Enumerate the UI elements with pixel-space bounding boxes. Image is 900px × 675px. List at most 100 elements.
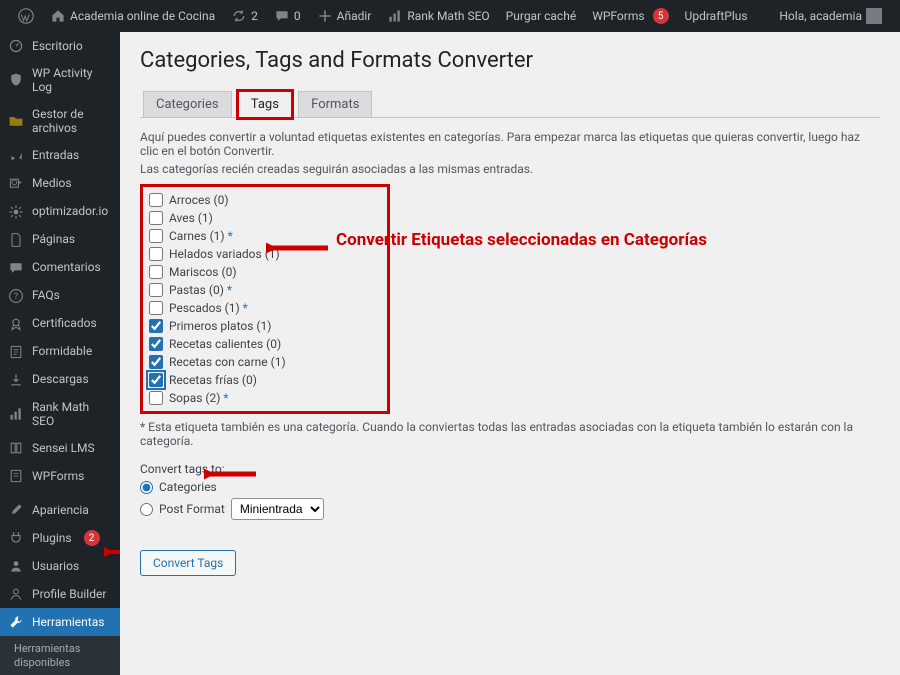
new-content-link[interactable]: Añadir [309, 0, 380, 32]
sidebar-item-escritorio[interactable]: Escritorio [0, 32, 120, 60]
chart-icon [8, 406, 24, 422]
tag-checkbox[interactable] [149, 211, 163, 225]
notification-badge: 2 [84, 530, 100, 546]
tag-checkbox[interactable] [149, 373, 163, 387]
tag-label: Primeros platos (1) [169, 319, 271, 333]
sidebar-item-certificados[interactable]: Certificados [0, 310, 120, 338]
tag-label: Arroces (0) [169, 193, 229, 207]
users-icon [8, 558, 24, 574]
admin-sidebar: Escritorio WP Activity Log Gestor de archi… [0, 32, 120, 675]
site-name-link[interactable]: Academia online de Cocina [42, 0, 223, 32]
tab-tags[interactable]: Tags [238, 91, 292, 118]
sidebar-item-label: Profile Builder [32, 587, 106, 601]
sidebar-item-label: Certificados [32, 316, 97, 330]
sidebar-item-label: Escritorio [32, 39, 83, 53]
tab-categories[interactable]: Categories [143, 91, 232, 117]
sidebar-item-label: Herramientas [32, 615, 104, 629]
toolbar-item-label: WPForms [592, 9, 644, 23]
wp-logo[interactable] [10, 0, 42, 32]
annotation-text: Convertir Etiquetas seleccionadas en Cat… [336, 230, 707, 250]
sidebar-item-label: FAQs [32, 288, 60, 302]
tag-checkbox[interactable] [149, 265, 163, 279]
sidebar-item-label: Sensei LMS [32, 441, 95, 455]
sidebar-item-label: Formidable [32, 344, 92, 358]
wpforms-link[interactable]: WPForms5 [584, 0, 676, 32]
sidebar-item-wp-activity-log[interactable]: WP Activity Log [0, 60, 120, 101]
sidebar-item-apariencia[interactable]: Apariencia [0, 496, 120, 524]
intro-text-2: Las categorías recién creadas seguirán a… [140, 162, 880, 176]
sidebar-item-herramientas[interactable]: Herramientas [0, 608, 120, 636]
tag-label: Mariscos (0) [169, 265, 237, 279]
sidebar-item-descargas[interactable]: Descargas [0, 366, 120, 394]
updraft-link[interactable]: UpdraftPlus [677, 0, 756, 32]
wordpress-icon [18, 8, 34, 24]
tag-row: Aves (1) [149, 209, 381, 227]
sidebar-item-label: WP Activity Log [32, 66, 112, 95]
toolbar-item-label: Rank Math SEO [407, 9, 489, 23]
sidebar-item-label: Herramientas disponibles [14, 642, 112, 668]
tag-checkbox[interactable] [149, 247, 163, 261]
convert-to-group: Convert tags to: Categories Post Format … [140, 462, 880, 522]
radio-categories[interactable] [140, 481, 153, 494]
toolbar-item-label: Purgar caché [506, 9, 577, 23]
sidebar-item-comentarios[interactable]: Comentarios [0, 254, 120, 282]
plug-icon [8, 530, 24, 546]
sidebar-item-profile-builder[interactable]: Profile Builder [0, 580, 120, 608]
tab-formats[interactable]: Formats [298, 91, 372, 117]
sidebar-item-rank-math-seo[interactable]: Rank Math SEO [0, 394, 120, 435]
tag-row: Helados variados (1) [149, 245, 381, 263]
convert-button[interactable]: Convert Tags [140, 550, 236, 576]
sidebar-item-usuarios[interactable]: Usuarios [0, 552, 120, 580]
tag-checkbox[interactable] [149, 283, 163, 297]
sidebar-item-label: Usuarios [32, 559, 79, 573]
sidebar-item-gestor-de-archivos[interactable]: Gestor de archivos [0, 101, 120, 142]
tag-label: Aves (1) [169, 211, 213, 225]
tag-checkbox[interactable] [149, 301, 163, 315]
help-icon: ? [8, 288, 24, 304]
sidebar-item-faqs[interactable]: ? FAQs [0, 282, 120, 310]
postformat-select[interactable]: Minientrada [231, 498, 324, 520]
tag-row: Recetas frías (0) [149, 371, 381, 389]
tag-checkbox[interactable] [149, 229, 163, 243]
sidebar-item-sensei-lms[interactable]: Sensei LMS [0, 434, 120, 462]
radio-label: Post Format [159, 502, 225, 516]
pin-icon [8, 148, 24, 164]
sidebar-item-label: optimizador.io [32, 204, 108, 218]
comments-count: 0 [294, 9, 301, 23]
form-icon [8, 344, 24, 360]
tag-checkbox[interactable] [149, 193, 163, 207]
rankmath-link[interactable]: Rank Math SEO [379, 0, 497, 32]
brush-icon [8, 502, 24, 518]
comments-link[interactable]: 0 [266, 0, 309, 32]
tag-checkbox[interactable] [149, 391, 163, 405]
sidebar-item-entradas[interactable]: Entradas [0, 142, 120, 170]
tag-label: Sopas (2) * [169, 391, 229, 405]
updates-count: 2 [251, 9, 258, 23]
sidebar-item-optimizador-io[interactable]: optimizador.io [0, 198, 120, 226]
intro-text-1: Aquí puedes convertir a voluntad etiquet… [140, 130, 880, 158]
tag-checkbox[interactable] [149, 319, 163, 333]
comment-icon [8, 260, 24, 276]
tag-row: Carnes (1) * [149, 227, 381, 245]
sidebar-item-plugins[interactable]: Plugins2 [0, 524, 120, 552]
radio-postformat-row[interactable]: Post Format Minientrada [140, 496, 880, 522]
main-content: Categories, Tags and Formats Converter C… [120, 32, 900, 675]
radio-postformat[interactable] [140, 503, 153, 516]
tag-label: Carnes (1) * [169, 229, 233, 243]
my-account-link[interactable]: Hola, academia [771, 0, 890, 32]
sidebar-item-p-ginas[interactable]: Páginas [0, 226, 120, 254]
sidebar-item-wpforms[interactable]: WPForms [0, 462, 120, 490]
purge-cache-link[interactable]: Purgar caché [498, 0, 585, 32]
tag-checkbox[interactable] [149, 337, 163, 351]
toolbar-item-label: UpdraftPlus [685, 9, 748, 23]
sidebar-item-label: Comentarios [32, 260, 101, 274]
tag-checkbox[interactable] [149, 355, 163, 369]
tag-row: Recetas con carne (1) [149, 353, 381, 371]
sidebar-item-medios[interactable]: Medios [0, 170, 120, 198]
radio-categories-row[interactable]: Categories [140, 478, 880, 496]
sidebar-item-label: WPForms [32, 469, 84, 483]
toolbar-right: Hola, academia [771, 0, 890, 32]
sidebar-item-formidable[interactable]: Formidable [0, 338, 120, 366]
sidebar-item-herramientas-disponibles[interactable]: Herramientas disponibles [0, 636, 120, 674]
updates-link[interactable]: 2 [223, 0, 266, 32]
